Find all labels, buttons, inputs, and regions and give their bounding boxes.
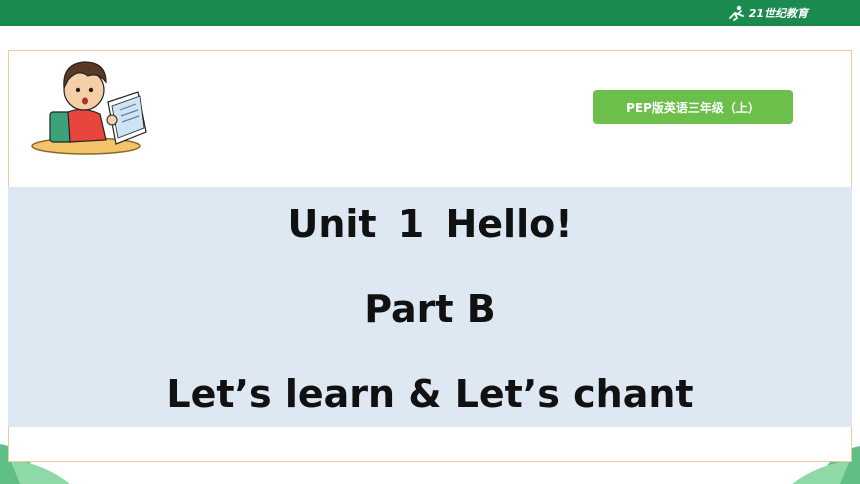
unit-title: Unit 1 Hello! (287, 202, 573, 246)
grade-badge: PEP版英语三年级（上） (593, 90, 793, 124)
lesson-title: Let’s learn & Let’s chant (166, 372, 694, 416)
runner-icon (728, 5, 744, 21)
top-bar: 21世纪教育 (0, 0, 860, 26)
logo-text: 21世纪教育 (748, 7, 808, 20)
boy-reading-illustration (31, 61, 147, 155)
publisher-logo: 21世纪教育 (725, 5, 808, 21)
part-title: Part B (364, 287, 496, 331)
